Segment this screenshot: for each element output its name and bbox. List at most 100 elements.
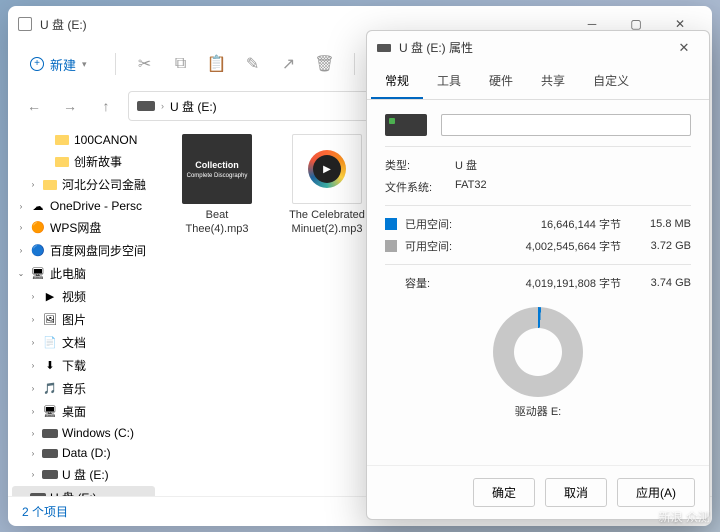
- used-space-row: 已用空间: 16,646,144 字节 15.8 MB: [385, 216, 691, 232]
- sidebar-label: Data (D:): [62, 446, 111, 460]
- paste-icon[interactable]: 📋: [206, 53, 228, 75]
- media-thumbnail: ▶: [292, 134, 362, 204]
- sidebar-item[interactable]: ›🖼图片: [8, 308, 159, 331]
- sidebar-item[interactable]: ›📄文档: [8, 331, 159, 354]
- rename-icon[interactable]: ✎: [242, 53, 264, 75]
- free-label: 可用空间:: [405, 238, 463, 254]
- window-icon: [18, 17, 32, 31]
- delete-icon[interactable]: 🗑: [314, 53, 336, 75]
- drive-icon: [42, 468, 58, 482]
- sidebar-label: 图片: [62, 311, 86, 328]
- chevron-icon: ›: [28, 292, 38, 301]
- free-space-row: 可用空间: 4,002,545,664 字节 3.72 GB: [385, 238, 691, 254]
- sidebar-label: 河北分公司金融: [62, 176, 146, 193]
- new-label: 新建: [50, 55, 76, 74]
- divider: [354, 53, 355, 75]
- chevron-down-icon: ▾: [82, 59, 87, 70]
- chevron-icon: ›: [16, 223, 26, 232]
- close-button[interactable]: ✕: [669, 40, 699, 56]
- forward-button[interactable]: →: [56, 92, 84, 120]
- chevron-icon: ⌄: [16, 269, 26, 278]
- sidebar-item[interactable]: 100CANON: [8, 130, 159, 150]
- free-size: 3.72 GB: [635, 240, 691, 252]
- drive-icon: [42, 426, 58, 440]
- sidebar-item[interactable]: ⌄🖥此电脑: [8, 262, 159, 285]
- album-thumbnail: CollectionComplete Discography: [182, 134, 252, 204]
- dialog-body: 类型:U 盘 文件系统:FAT32 已用空间: 16,646,144 字节 15…: [367, 100, 709, 465]
- pc-icon: 🖥: [30, 267, 46, 281]
- sidebar-item[interactable]: ›河北分公司金融: [8, 173, 159, 196]
- tab-硬件[interactable]: 硬件: [475, 64, 527, 99]
- volume-name-input[interactable]: [441, 114, 691, 136]
- dialog-title: U 盘 (E:) 属性: [399, 39, 473, 56]
- filesystem-value: FAT32: [455, 179, 691, 195]
- folder-icon: [54, 155, 70, 169]
- divider: [385, 205, 691, 206]
- chevron-icon: ›: [28, 361, 38, 370]
- divider: [115, 53, 116, 75]
- used-size: 15.8 MB: [635, 218, 691, 230]
- type-label: 类型:: [385, 157, 455, 173]
- chevron-icon: ›: [28, 470, 38, 479]
- apply-button[interactable]: 应用(A): [617, 478, 695, 507]
- divider: [385, 264, 691, 265]
- sidebar-label: 音乐: [62, 380, 86, 397]
- sidebar-item[interactable]: ›🎵音乐: [8, 377, 159, 400]
- tab-自定义[interactable]: 自定义: [579, 64, 643, 99]
- tab-共享[interactable]: 共享: [527, 64, 579, 99]
- sidebar-item[interactable]: ›🟠WPS网盘: [8, 216, 159, 239]
- used-swatch: [385, 218, 397, 230]
- cut-icon[interactable]: ✂: [134, 53, 156, 75]
- folder-icon: [42, 178, 58, 192]
- play-icon: ▶: [308, 150, 346, 188]
- properties-dialog: U 盘 (E:) 属性 ✕ 常规工具硬件共享自定义 类型:U 盘 文件系统:FA…: [366, 30, 710, 520]
- chevron-icon: ›: [28, 407, 38, 416]
- cancel-button[interactable]: 取消: [545, 478, 607, 507]
- copy-icon[interactable]: ⧉: [170, 53, 192, 75]
- sidebar-item[interactable]: ›☁OneDrive - Persc: [8, 196, 159, 216]
- sidebar-item[interactable]: 创新故事: [8, 150, 159, 173]
- drive-label: 驱动器 E:: [385, 403, 691, 419]
- back-button[interactable]: ←: [20, 92, 48, 120]
- sidebar-label: 视频: [62, 288, 86, 305]
- tab-常规[interactable]: 常规: [371, 64, 423, 99]
- video-icon: ▶: [42, 290, 58, 304]
- drive-icon: [42, 446, 58, 460]
- sidebar-label: 文档: [62, 334, 86, 351]
- new-button[interactable]: + 新建 ▾: [20, 51, 97, 78]
- cloud-icon: ☁: [30, 199, 46, 213]
- sidebar-item[interactable]: › ▶ 视频: [8, 285, 159, 308]
- sidebar-item[interactable]: ›Data (D:): [8, 443, 159, 463]
- sidebar-item[interactable]: ›Windows (C:): [8, 423, 159, 443]
- music-icon: 🎵: [42, 382, 58, 396]
- capacity-size: 3.74 GB: [635, 277, 691, 289]
- download-icon: ⬇: [42, 359, 58, 373]
- filesystem-label: 文件系统:: [385, 179, 455, 195]
- sidebar-item[interactable]: ›U 盘 (E:): [12, 486, 155, 496]
- file-item[interactable]: CollectionComplete DiscographyBeat Thee(…: [176, 134, 258, 237]
- up-button[interactable]: ↑: [92, 92, 120, 120]
- sidebar-item[interactable]: ›⬇下载: [8, 354, 159, 377]
- ok-button[interactable]: 确定: [473, 478, 535, 507]
- sidebar-label: 桌面: [62, 403, 86, 420]
- sidebar-item[interactable]: › 🖥 桌面: [8, 400, 159, 423]
- doc-icon: 📄: [42, 336, 58, 350]
- used-label: 已用空间:: [405, 216, 463, 232]
- tabs: 常规工具硬件共享自定义: [367, 64, 709, 100]
- capacity-row: 容量: 4,019,191,808 字节 3.74 GB: [385, 275, 691, 291]
- free-bytes: 4,002,545,664 字节: [463, 238, 635, 254]
- sidebar-item[interactable]: ›🔵百度网盘同步空间: [8, 239, 159, 262]
- chevron-icon: ›: [28, 429, 38, 438]
- chevron-icon: ›: [16, 202, 26, 211]
- drive-icon: [377, 44, 391, 52]
- capacity-label: 容量:: [405, 275, 463, 291]
- share-icon[interactable]: ↗: [278, 53, 300, 75]
- sidebar-item[interactable]: ›U 盘 (E:): [8, 463, 159, 486]
- tab-工具[interactable]: 工具: [423, 64, 475, 99]
- chevron-right-icon: ›: [161, 101, 164, 111]
- sidebar-label: WPS网盘: [50, 219, 101, 236]
- desktop-icon: 🖥: [42, 405, 58, 419]
- sidebar: 100CANON创新故事›河北分公司金融›☁OneDrive - Persc›🟠…: [8, 126, 160, 496]
- divider: [385, 146, 691, 147]
- file-item[interactable]: ▶The Celebrated Minuet(2).mp3: [286, 134, 368, 237]
